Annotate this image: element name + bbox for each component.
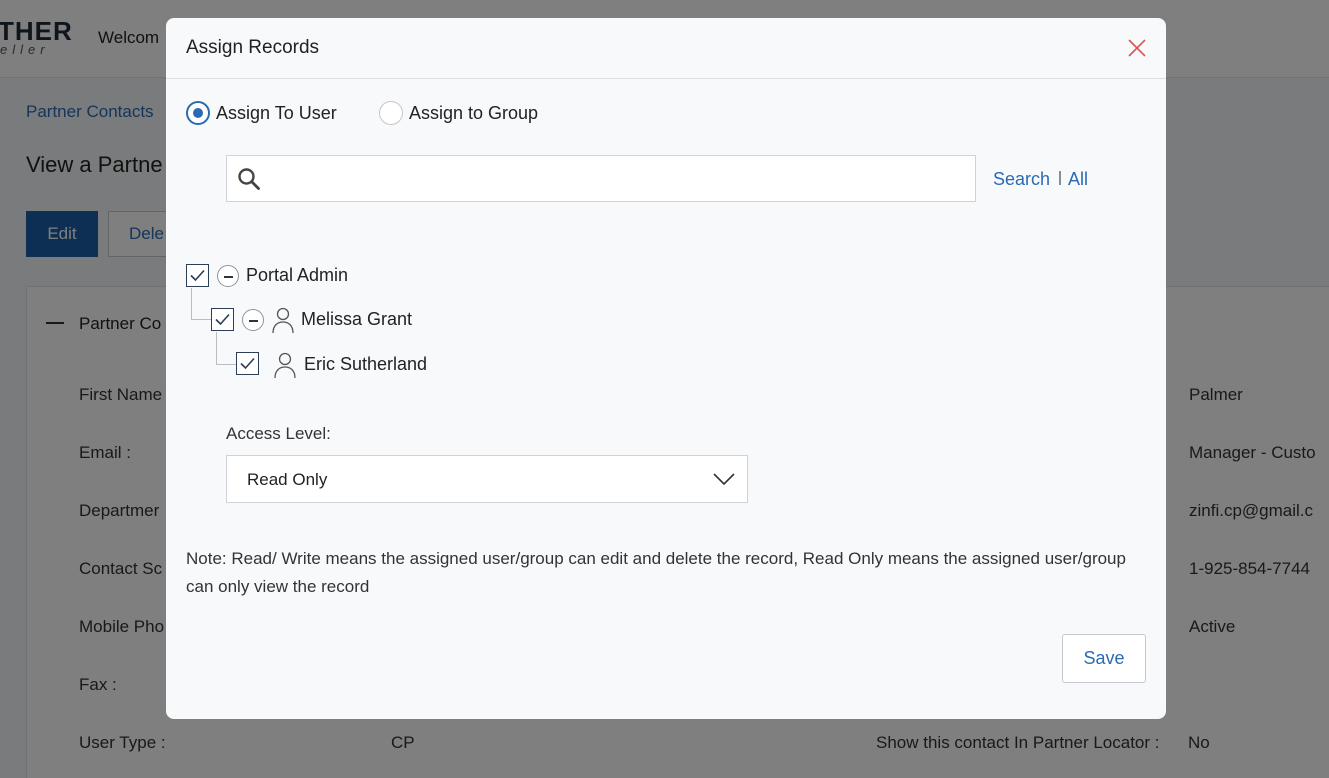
access-level-label: Access Level: [226,424,331,443]
close-icon[interactable] [1127,38,1147,58]
radio-assign-to-user[interactable]: Assign To User [186,101,337,125]
checkbox-eric-sutherland[interactable] [236,352,259,375]
access-note: Note: Read/ Write means the assigned use… [186,549,1126,596]
search-box [226,155,976,202]
access-level-value: Read Only [247,470,328,489]
collapse-icon[interactable] [242,309,264,331]
tree-item-melissa-grant[interactable]: Melissa Grant [301,309,412,330]
assign-records-modal: Assign Records Assign To User Assign to … [166,18,1166,719]
tree-connector [191,319,211,320]
radio-label: Assign To User [216,102,337,123]
radio-button-unchecked[interactable] [379,101,403,125]
person-icon [271,306,295,334]
checkbox-melissa-grant[interactable] [211,308,234,331]
search-link[interactable]: Search [993,169,1050,190]
search-icon [237,167,261,191]
tree-item-portal-admin[interactable]: Portal Admin [246,265,348,286]
collapse-icon[interactable] [217,265,239,287]
person-icon [273,351,297,379]
chevron-down-icon [713,472,735,486]
modal-title: Assign Records [186,37,320,58]
all-link[interactable]: All [1068,169,1088,190]
search-input[interactable] [271,164,961,194]
save-button[interactable]: Save [1062,634,1146,683]
tree-connector [216,332,217,365]
tree-connector [216,364,236,365]
access-level-select[interactable]: Read Only [226,455,748,503]
radio-label: Assign to Group [409,102,539,123]
divider [1059,171,1061,185]
tree-connector [191,288,192,320]
modal-header: Assign Records [166,18,1166,79]
radio-assign-to-group[interactable]: Assign to Group [379,101,538,125]
radio-button-checked[interactable] [186,101,210,125]
tree-item-eric-sutherland[interactable]: Eric Sutherland [304,354,427,375]
checkbox-portal-admin[interactable] [186,264,209,287]
